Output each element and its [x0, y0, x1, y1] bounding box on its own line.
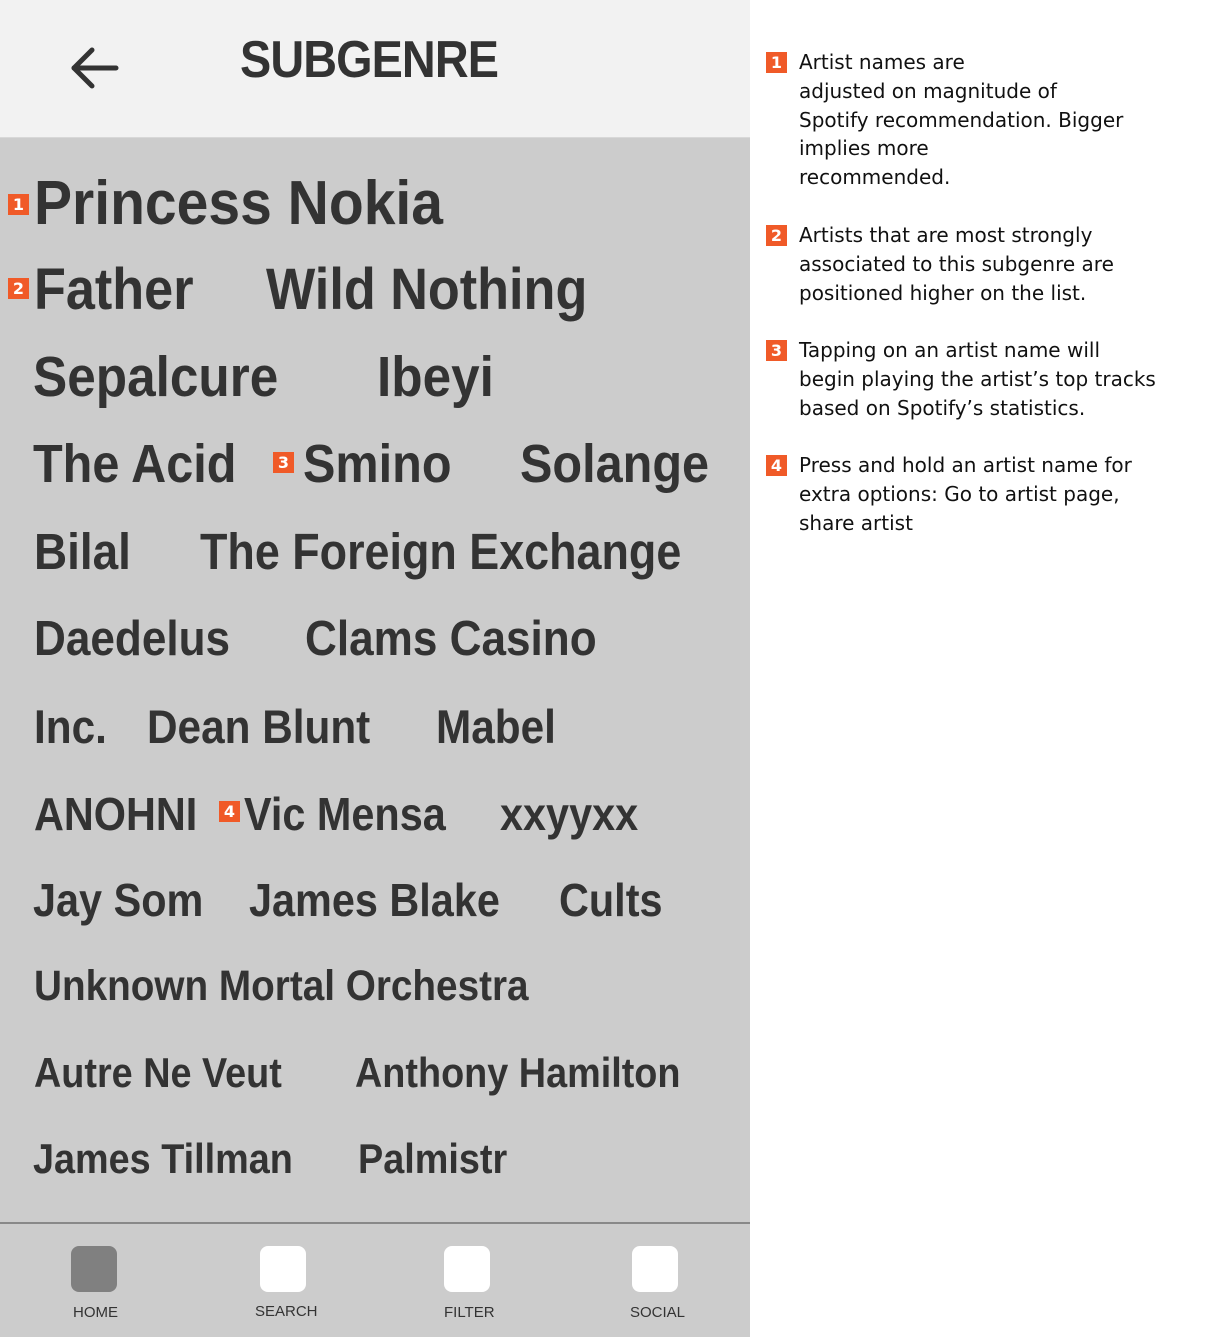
artist-name[interactable]: Cults [559, 877, 663, 923]
artist-name[interactable]: Father [34, 261, 194, 319]
annotation-badge: 3 [766, 340, 787, 361]
search-icon [260, 1246, 306, 1292]
nav-social[interactable]: SOCIAL [624, 1224, 704, 1337]
annotation-badge: 3 [273, 452, 294, 473]
artist-name[interactable]: Princess Nokia [34, 173, 443, 235]
home-icon [71, 1246, 117, 1292]
annotation-badge: 1 [766, 52, 787, 73]
note-text: Press and hold an artist name for extra … [799, 453, 1132, 535]
artist-name[interactable]: Jay Som [33, 877, 203, 923]
artist-name[interactable]: The Acid [33, 437, 236, 491]
artist-name[interactable]: Ibeyi [377, 349, 494, 406]
phone-screen: SUBGENRE 1 Princess Nokia 2 Father Wild … [0, 0, 750, 1337]
annotation-badge: 4 [219, 801, 240, 822]
artist-name[interactable]: Unknown Mortal Orchestra [34, 965, 529, 1008]
note-text: Artist names are adjusted on magnitude o… [799, 50, 1124, 190]
nav-label: SEARCH [255, 1303, 318, 1320]
nav-filter[interactable]: FILTER [436, 1224, 506, 1337]
annotation-badge: 2 [8, 278, 29, 299]
artist-name[interactable]: ANOHNI [34, 791, 197, 837]
artist-name[interactable]: xxyyxx [500, 791, 638, 837]
arrow-left-icon [71, 47, 119, 89]
page-title: SUBGENRE [240, 31, 499, 89]
annotation-badge: 2 [766, 225, 787, 246]
artist-name[interactable]: Vic Mensa [244, 791, 446, 837]
artist-name[interactable]: Autre Ne Veut [34, 1052, 282, 1094]
nav-search[interactable]: SEARCH [248, 1224, 328, 1337]
nav-label: HOME [73, 1304, 118, 1321]
nav-label: SOCIAL [630, 1304, 686, 1321]
artist-name[interactable]: Smino [303, 437, 452, 491]
artist-name[interactable]: Wild Nothing [266, 261, 587, 319]
filter-icon [444, 1246, 490, 1292]
social-icon [632, 1246, 678, 1292]
artist-name[interactable]: Palmistr [358, 1138, 507, 1180]
artist-name[interactable]: Dean Blunt [147, 703, 370, 750]
artist-name[interactable]: The Foreign Exchange [200, 526, 681, 577]
artist-name[interactable]: Daedelus [34, 615, 230, 664]
nav-home[interactable]: HOME [60, 1224, 130, 1337]
annotation-badge: 1 [8, 194, 29, 215]
back-button[interactable] [68, 42, 124, 94]
note-text: Artists that are most strongly associate… [799, 223, 1114, 305]
artist-name[interactable]: Sepalcure [33, 349, 278, 406]
artist-name[interactable]: James Tillman [33, 1138, 293, 1180]
artist-name[interactable]: Inc. [34, 703, 107, 750]
artist-name[interactable]: Anthony Hamilton [355, 1052, 680, 1094]
annotation-badge: 4 [766, 455, 787, 476]
nav-label: FILTER [444, 1304, 495, 1321]
artist-name[interactable]: James Blake [249, 877, 500, 923]
bottom-nav: HOME SEARCH FILTER SOCIAL [0, 1222, 750, 1337]
artist-name[interactable]: Clams Casino [305, 615, 597, 664]
artist-name[interactable]: Solange [520, 437, 709, 491]
note-text: Tapping on an artist name will begin pla… [799, 338, 1156, 420]
top-bar: SUBGENRE [0, 0, 750, 138]
artist-name[interactable]: Bilal [34, 526, 131, 577]
artist-name[interactable]: Mabel [436, 703, 556, 750]
